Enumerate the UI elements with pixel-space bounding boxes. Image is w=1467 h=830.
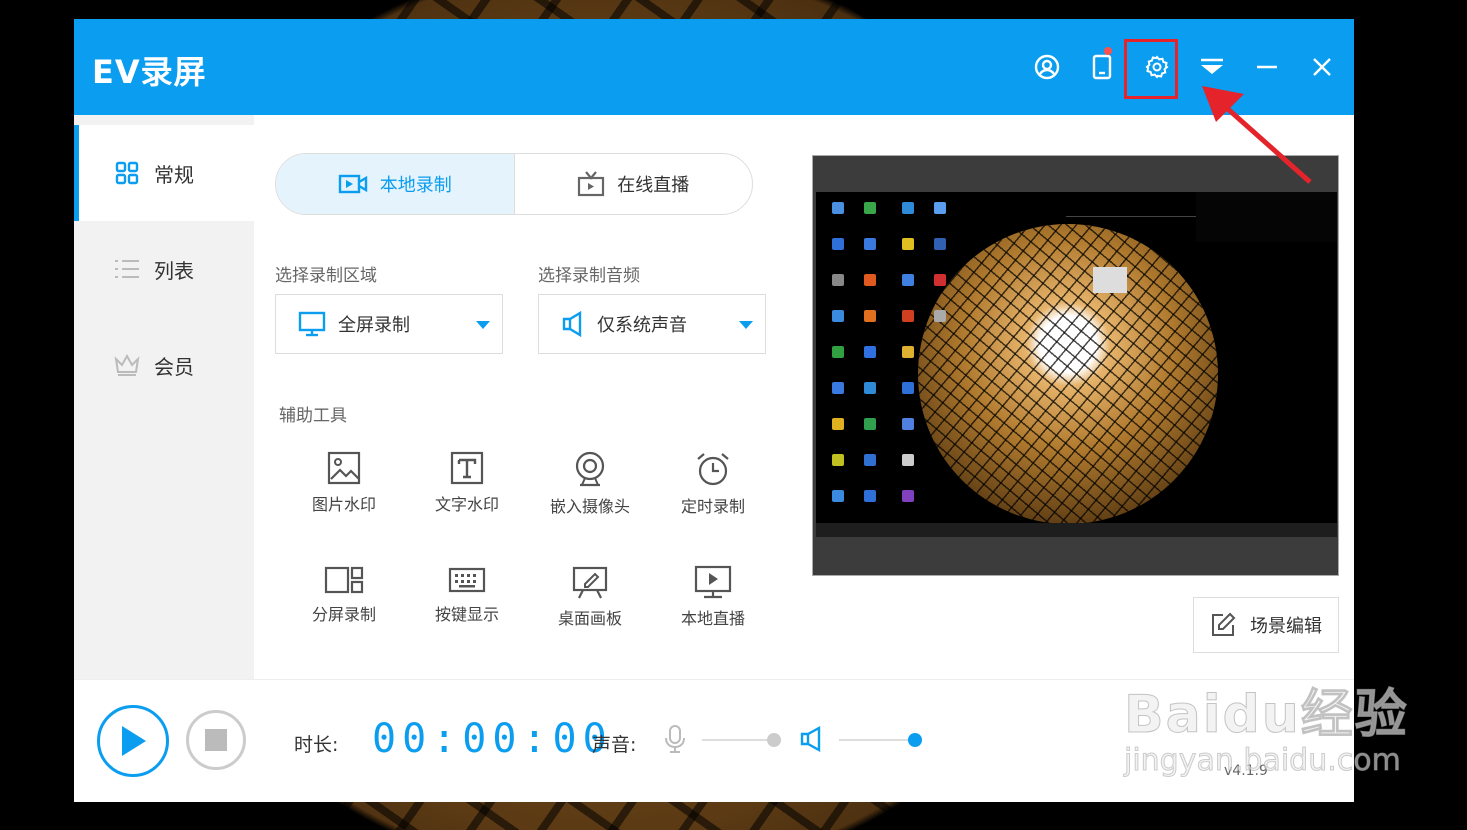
main-panel: 本地录制 在线直播 选择录制区域 全屏录制 选择录制音频 仅系统声音 辅助工具 … [254,115,1354,679]
tool-keystroke-display[interactable]: 按键显示 [412,565,522,665]
scene-edit-button[interactable]: 场景编辑 [1193,597,1339,653]
phone-icon [1092,54,1112,80]
annotation-arrow [1202,86,1312,184]
tool-local-live[interactable]: 本地直播 [658,565,768,665]
drawing-board-icon [572,566,608,599]
preview-screen-thumbnail [816,192,1337,537]
chevron-down-icon [476,321,490,329]
tool-webcam[interactable]: 嵌入摄像头 [535,451,645,551]
tab-label: 在线直播 [617,175,690,196]
menu-down-icon [1201,58,1223,74]
sidebar-item-label: 会员 [154,354,194,379]
record-audio-select[interactable]: 仅系统声音 [538,294,766,354]
list-icon [114,256,140,282]
speaker-icon [561,311,585,337]
stop-icon [205,729,227,751]
record-area-select[interactable]: 全屏录制 [275,294,503,354]
system-volume-knob[interactable] [908,733,922,747]
watermark-brand: Baidu经验 [1124,685,1409,746]
stop-record-button[interactable] [186,710,246,770]
tab-label: 本地录制 [379,175,452,196]
tools-label: 辅助工具 [279,406,347,426]
tool-label: 按键显示 [434,605,499,624]
sidebar-item-label: 常规 [154,162,194,187]
chevron-down-icon [739,321,753,329]
webcam-icon [575,451,605,487]
notification-dot [1104,47,1112,55]
tool-label: 分屏录制 [311,605,376,624]
sound-label: 声音: [592,734,637,756]
tab-local-record[interactable]: 本地录制 [276,154,515,214]
grid-icon [114,160,140,186]
tool-label: 文字水印 [434,495,499,514]
sidebar: 常规 列表 会员 [74,115,254,679]
scene-edit-label: 场景编辑 [1250,616,1322,637]
video-record-icon [338,173,368,195]
mic-volume-knob[interactable] [767,733,782,747]
tool-label: 定时录制 [680,497,745,516]
crown-icon [114,352,140,378]
mode-tabs: 本地录制 在线直播 [275,153,753,215]
duration-timer: 00:00:00 [372,716,613,762]
sidebar-item-list[interactable]: 列表 [74,221,254,317]
baidu-jingyan-watermark: Baidu经验 jingyan.baidu.com [1124,672,1409,779]
start-record-button[interactable] [97,705,169,777]
tool-label: 桌面画板 [557,609,622,628]
play-icon [122,726,146,756]
monitor-icon [298,311,326,337]
screen-preview [812,155,1339,576]
app-title: EV录屏 [92,53,207,91]
close-icon [1313,58,1331,76]
tool-split-screen[interactable]: 分屏录制 [289,565,399,665]
tool-text-watermark[interactable]: 文字水印 [412,451,522,551]
keyboard-icon [448,567,486,593]
text-icon [450,451,484,485]
system-volume-slider[interactable] [839,739,919,741]
mobile-button[interactable] [1084,47,1120,85]
duration-label: 时长: [294,734,339,756]
record-area-value: 全屏录制 [338,315,410,336]
monitor-play-icon [694,565,732,599]
settings-highlight-box [1124,39,1178,99]
sidebar-item-label: 列表 [154,258,194,283]
microphone-icon[interactable] [664,724,686,754]
split-screen-icon [324,566,364,594]
tool-label: 图片水印 [311,495,376,514]
tab-live-stream[interactable]: 在线直播 [515,154,753,214]
mic-volume-slider[interactable] [702,739,774,741]
alarm-clock-icon [697,453,729,486]
record-audio-value: 仅系统声音 [597,315,687,336]
tv-icon [577,171,605,197]
minimize-icon [1257,65,1277,69]
tool-desktop-drawing-board[interactable]: 桌面画板 [535,565,645,665]
tool-scheduled-record[interactable]: 定时录制 [658,451,768,551]
speaker-icon[interactable] [800,726,822,752]
sidebar-item-general[interactable]: 常规 [74,125,254,221]
watermark-url: jingyan.baidu.com [1124,743,1402,779]
edit-icon [1212,612,1236,636]
tool-image-watermark[interactable]: 图片水印 [289,451,399,551]
tool-label: 嵌入摄像头 [549,497,630,516]
account-button[interactable] [1029,49,1065,85]
title-bar: EV录屏 [74,19,1354,115]
record-audio-label: 选择录制音频 [538,266,640,286]
user-circle-icon [1034,54,1060,80]
record-area-label: 选择录制区域 [275,266,377,286]
image-icon [327,451,361,485]
tool-label: 本地直播 [680,609,745,628]
sidebar-item-member[interactable]: 会员 [74,317,254,413]
